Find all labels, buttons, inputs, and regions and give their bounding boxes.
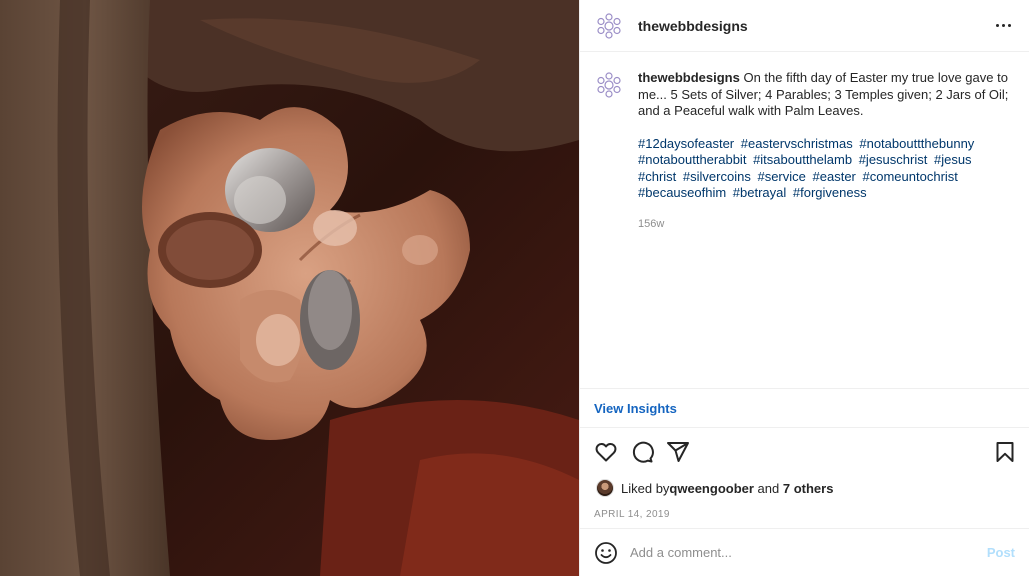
bookmark-icon — [996, 442, 1014, 462]
account-avatar[interactable] — [594, 10, 624, 41]
more-options-button[interactable] — [991, 14, 1015, 38]
hashtag-link[interactable]: #jesus — [934, 152, 972, 167]
liker-username[interactable]: qweengoober — [669, 481, 754, 496]
hashtag-link[interactable]: #jesuschrist — [859, 152, 928, 167]
snowflake-logo-icon — [597, 72, 621, 98]
post-comment-button[interactable]: Post — [987, 545, 1015, 560]
coins-in-hand-photo — [0, 0, 579, 576]
hashtag-link[interactable]: #service — [757, 169, 805, 184]
smiley-icon[interactable] — [594, 541, 618, 565]
snowflake-logo-icon — [597, 12, 621, 39]
view-insights-link[interactable]: View Insights — [594, 401, 677, 416]
hashtag-list: #12daysofeaster #eastervschristmas #nota… — [638, 136, 1014, 202]
post-side-panel: thewebbdesigns thewebbdesigns On the fif… — [579, 0, 1029, 576]
hashtag-link[interactable]: #easter — [813, 169, 856, 184]
hashtag-link[interactable]: #betrayal — [733, 185, 786, 200]
comment-button[interactable] — [630, 440, 654, 464]
hashtag-link[interactable]: #silvercoins — [683, 169, 751, 184]
liker-avatar[interactable] — [596, 479, 614, 497]
liked-by-prefix: Liked by — [621, 480, 670, 496]
hashtag-link[interactable]: #itsaboutthelamb — [753, 152, 852, 167]
action-bar — [580, 428, 1029, 476]
like-button[interactable] — [594, 440, 618, 464]
header-username[interactable]: thewebbdesigns — [638, 18, 748, 34]
caption-avatar[interactable] — [594, 70, 624, 100]
caption-area: thewebbdesigns On the fifth day of Easte… — [580, 52, 1029, 388]
hashtag-link[interactable]: #eastervschristmas — [741, 136, 853, 151]
likes-others-link[interactable]: 7 others — [783, 481, 834, 496]
comment-bar: Post — [580, 528, 1029, 576]
caption-body: thewebbdesigns On the fifth day of Easte… — [638, 70, 1014, 388]
post-age[interactable]: 156w — [638, 216, 1014, 233]
save-button[interactable] — [993, 440, 1017, 464]
more-dot — [1007, 24, 1011, 27]
post-date[interactable]: APRIL 14, 2019 — [580, 500, 1029, 528]
hashtag-link[interactable]: #becauseofhim — [638, 185, 726, 200]
likes-summary: Liked by qweengoober and 7 others — [580, 476, 1029, 500]
caption-username[interactable]: thewebbdesigns — [638, 70, 740, 85]
post-modal: thewebbdesigns thewebbdesigns On the fif… — [0, 0, 1029, 576]
more-dot — [1001, 24, 1005, 27]
share-button[interactable] — [666, 440, 690, 464]
caption-paragraph: thewebbdesigns On the fifth day of Easte… — [638, 70, 1014, 120]
insights-bar: View Insights — [580, 388, 1029, 428]
post-image[interactable] — [0, 0, 579, 576]
hashtag-link[interactable]: #comeuntochrist — [863, 169, 958, 184]
more-horizontal-icon — [995, 24, 999, 27]
hashtag-link[interactable]: #notabouttherabbit — [638, 152, 746, 167]
heart-icon — [595, 442, 617, 462]
hashtag-link[interactable]: #forgiveness — [793, 185, 867, 200]
hashtag-link[interactable]: #notabouttthebunny — [859, 136, 974, 151]
comment-input[interactable] — [630, 545, 987, 560]
hashtag-link[interactable]: #christ — [638, 169, 676, 184]
comment-bubble-icon — [632, 441, 654, 463]
paper-plane-icon — [667, 442, 689, 462]
hashtag-link[interactable]: #12daysofeaster — [638, 136, 734, 151]
post-header: thewebbdesigns — [580, 0, 1029, 52]
liked-by-and: and — [753, 480, 783, 496]
